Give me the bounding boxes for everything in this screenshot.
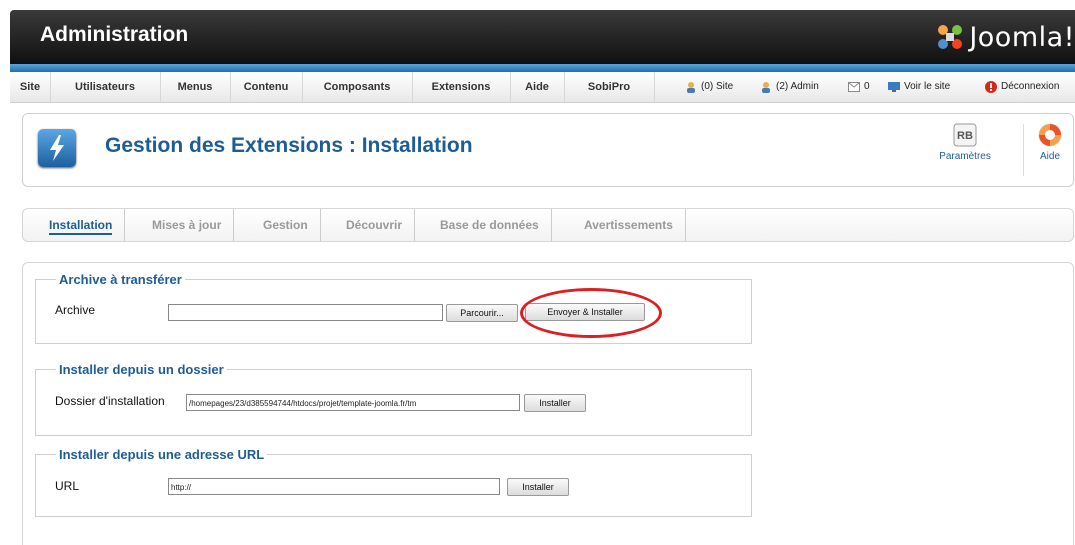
url-label: URL <box>55 479 80 493</box>
lightning-icon <box>50 135 64 161</box>
menu-users[interactable]: Utilisateurs <box>50 72 161 102</box>
monitor-icon <box>888 82 900 92</box>
status-admin-users-label: (2) Admin <box>776 81 819 92</box>
parameters-icon: RB <box>953 123 977 147</box>
tab-manage[interactable]: Gestion <box>251 209 321 241</box>
header-strip <box>10 64 1075 72</box>
upload-legend: Archive à transférer <box>59 272 182 287</box>
mail-icon <box>848 82 860 92</box>
view-site-label: Voir le site <box>904 81 951 92</box>
tab-discover[interactable]: Découvrir <box>334 209 416 241</box>
logout-icon <box>985 81 997 93</box>
browse-button[interactable]: Parcourir... <box>446 304 518 322</box>
joomla-logo-icon <box>938 25 963 49</box>
menu-components[interactable]: Composants <box>302 72 413 102</box>
svg-text:RB: RB <box>957 130 973 142</box>
menu-site[interactable]: Site <box>10 72 51 102</box>
status-messages[interactable]: 0 <box>848 72 870 102</box>
menu-content[interactable]: Contenu <box>230 72 303 102</box>
parameters-button[interactable]: RB Paramètres <box>937 122 993 162</box>
tab-database[interactable]: Base de données <box>428 209 552 241</box>
status-site-users-label: (0) Site <box>701 81 734 92</box>
lifebuoy-icon <box>1038 123 1062 147</box>
upload-file-input[interactable] <box>168 304 443 321</box>
tab-updates[interactable]: Mises à jour <box>140 209 235 241</box>
admin-users-icon <box>762 82 770 93</box>
folder-install-button[interactable]: Installer <box>524 394 586 412</box>
help-label: Aide <box>1039 151 1060 162</box>
admin-title: Administration <box>40 23 189 46</box>
extension-tabs: Installation Mises à jour Gestion Découv… <box>22 208 1074 242</box>
extensions-icon <box>38 129 76 167</box>
folder-path-input[interactable]: /homepages/23/d385594744/htdocs/projet/t… <box>186 394 520 411</box>
tab-warnings[interactable]: Avertissements <box>572 209 686 241</box>
menu-sobipro[interactable]: SobiPro <box>564 72 655 102</box>
folder-legend: Installer depuis un dossier <box>59 362 224 377</box>
logout-link[interactable]: Déconnexion <box>985 72 1059 102</box>
highlight-circle <box>520 288 662 338</box>
url-legend: Installer depuis une adresse URL <box>59 447 265 462</box>
logout-label: Déconnexion <box>1001 81 1060 92</box>
help-button[interactable]: Aide <box>1031 122 1069 162</box>
upload-label: Archive <box>55 303 96 317</box>
tab-installation[interactable]: Installation <box>37 209 126 241</box>
parameters-label: Paramètres <box>939 151 991 162</box>
main-menu: Site Utilisateurs Menus Contenu Composan… <box>10 72 1075 103</box>
page-title: Gestion des Extensions : Installation <box>105 134 473 157</box>
toolbar-divider <box>1023 124 1024 176</box>
folder-label: Dossier d'installation <box>55 394 165 408</box>
status-site-users[interactable]: (0) Site <box>685 72 733 102</box>
joomla-logo-text: Joomla! <box>969 21 1075 53</box>
tab-installation-label: Installation <box>49 218 113 235</box>
url-input[interactable]: http:// <box>168 478 500 495</box>
admin-header: Administration Joomla! <box>10 10 1075 64</box>
joomla-logo: Joomla! <box>935 20 1075 54</box>
view-site-link[interactable]: Voir le site <box>888 72 950 102</box>
toolbar-box: Gestion des Extensions : Installation RB… <box>22 113 1074 187</box>
users-icon <box>687 82 695 93</box>
menu-extensions[interactable]: Extensions <box>412 72 511 102</box>
status-messages-count: 0 <box>864 81 870 92</box>
menu-help[interactable]: Aide <box>510 72 565 102</box>
url-install-button[interactable]: Installer <box>507 478 569 496</box>
status-admin-users[interactable]: (2) Admin <box>760 72 819 102</box>
menu-menus[interactable]: Menus <box>160 72 231 102</box>
